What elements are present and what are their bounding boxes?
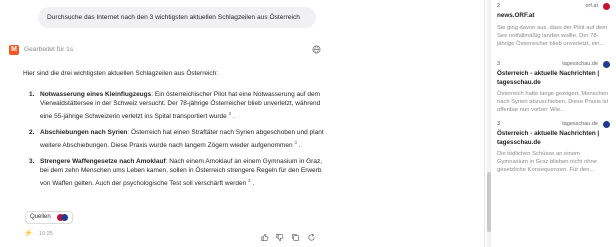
source-title[interactable]: news.ORF.at [497,12,610,21]
lightning-icon: ⚡ [24,230,33,237]
sources-button[interactable]: Quellen [25,211,73,224]
source-title[interactable]: Österreich - aktuelle Nachrichten | tage… [497,130,610,147]
citation-marker[interactable]: 2 [229,111,232,116]
item-end: . [252,180,255,188]
source-card-header: 2 orf.at [497,2,610,12]
item-text: Notwasserung eines Kleinflugzeugs: Ein ö… [40,90,329,122]
refresh-icon[interactable] [307,229,316,241]
sources-label: Quellen [30,214,51,220]
chat-pane: Durchsuche das Internet nach den 3 wicht… [0,0,484,247]
item-title: Abschiebungen nach Syrien [40,128,128,136]
copy-icon[interactable] [291,229,300,241]
separator-dot: · [33,231,35,237]
assistant-logo: M [9,45,19,55]
user-message: Durchsuche das Internet nach den 3 wicht… [38,7,316,28]
headline-item: 1. Notwasserung eines Kleinflugzeugs: Ei… [23,90,329,122]
source-favicon-tagesschau [61,214,68,221]
globe-icon[interactable] [312,45,321,54]
item-end: . [298,141,301,149]
source-snippet: Die tödlichen Schüsse an einem Gymnasium… [497,151,597,173]
work-status: Gearbeitet für 1s [24,46,74,53]
item-end: . [232,113,235,121]
source-card[interactable]: 3 tagesschau.de Österreich - aktuelle Na… [497,60,610,122]
citation-marker[interactable]: 3 [248,178,251,183]
citation-marker[interactable]: 3 [294,140,297,145]
item-title: Strengere Waffengesetze nach Amoklauf [40,157,166,165]
source-snippet: Österreich hatte lange gezögert, Mensche… [497,91,609,113]
source-card[interactable]: 3 tagesschau.de Österreich - aktuelle Na… [497,120,610,182]
assistant-answer: Hier sind die drei wichtigsten aktuellen… [23,69,329,195]
source-number: 3 [497,61,501,67]
source-number: 3 [497,121,501,127]
source-domain: tagesschau.de [562,61,598,67]
answer-intro: Hier sind die drei wichtigsten aktuellen… [23,70,219,77]
item-number: 2. [29,128,35,136]
source-card[interactable]: 2 orf.at news.ORF.at Sie ging davon aus,… [497,2,610,56]
source-card-header: 3 tagesschau.de [497,60,610,70]
source-snippet: Sie ging davon aus, dass der Pilot auf d… [497,24,608,47]
source-domain: orf.at [585,3,598,9]
pane-divider [484,0,485,247]
item-text: Strengere Waffengesetze nach Amoklauf: N… [40,157,329,189]
assistant-header: M Gearbeitet für 1s [9,44,321,56]
source-number: 2 [497,3,501,9]
headline-item: 2. Abschiebungen nach Syrien: Österreich… [23,128,329,151]
item-text: Abschiebungen nach Syrien: Österreich ha… [40,128,329,151]
tagesschau-favicon-icon [603,121,610,128]
tagesschau-favicon-icon [603,61,610,68]
sources-sidebar: 2 orf.at news.ORF.at Sie ging davon aus,… [491,0,616,247]
thumbs-up-icon[interactable] [260,229,269,241]
item-number: 1. [29,90,35,98]
message-footer: ⚡ · 10:25 [23,229,323,241]
headline-item: 3. Strengere Waffengesetze nach Amoklauf… [23,157,329,189]
source-domain: tagesschau.de [562,121,598,127]
item-number: 3. [29,157,35,165]
orf-favicon-icon [603,3,610,10]
source-card-header: 3 tagesschau.de [497,120,610,130]
message-time: 10:25 [39,231,53,237]
thumbs-down-icon[interactable] [275,229,284,241]
source-title[interactable]: Österreich - aktuelle Nachrichten | tage… [497,70,610,87]
item-title: Notwasserung eines Kleinflugzeugs [40,90,152,98]
